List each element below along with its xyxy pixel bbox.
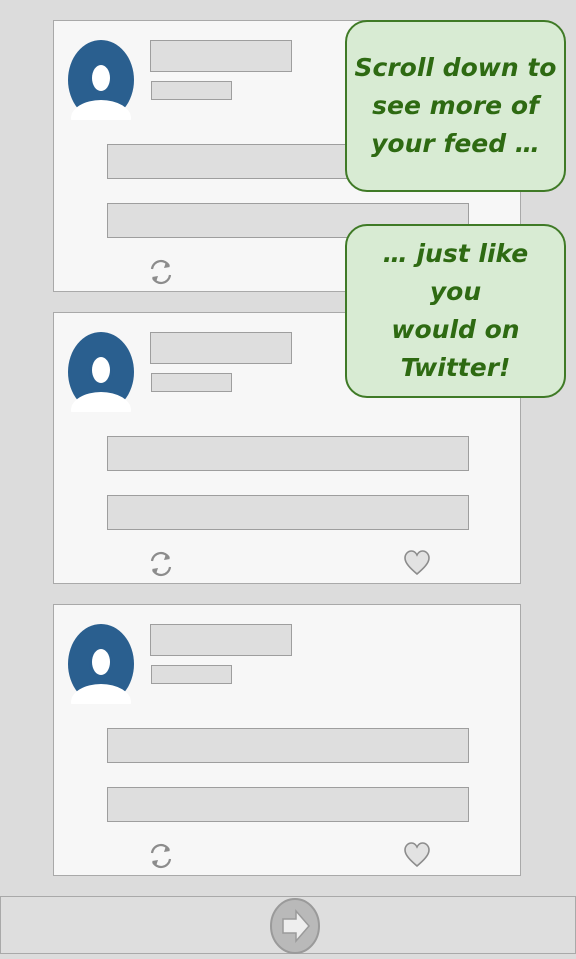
retweet-icon[interactable] <box>147 841 175 871</box>
tweet-text-placeholder <box>107 787 469 822</box>
name-placeholder <box>150 624 292 656</box>
retweet-icon[interactable] <box>147 257 175 287</box>
handle-placeholder <box>151 373 232 392</box>
retweet-icon[interactable] <box>147 549 175 579</box>
avatar-icon <box>68 40 134 120</box>
name-placeholder <box>150 40 292 72</box>
callout-twitter-hint: … just like you would on Twitter! <box>345 224 566 398</box>
callout-scroll-hint: Scroll down to see more of your feed … <box>345 20 566 192</box>
handle-placeholder <box>151 81 232 100</box>
right-arrow-icon[interactable] <box>269 898 321 954</box>
avatar-icon <box>68 624 134 704</box>
bottom-bar <box>0 896 576 954</box>
avatar-icon <box>68 332 134 412</box>
heart-icon[interactable] <box>403 549 431 577</box>
handle-placeholder <box>151 665 232 684</box>
name-placeholder <box>150 332 292 364</box>
tweet-card <box>53 604 521 876</box>
tweet-text-placeholder <box>107 495 469 530</box>
heart-icon[interactable] <box>403 841 431 869</box>
tweet-text-placeholder <box>107 436 469 471</box>
tweet-text-placeholder <box>107 728 469 763</box>
